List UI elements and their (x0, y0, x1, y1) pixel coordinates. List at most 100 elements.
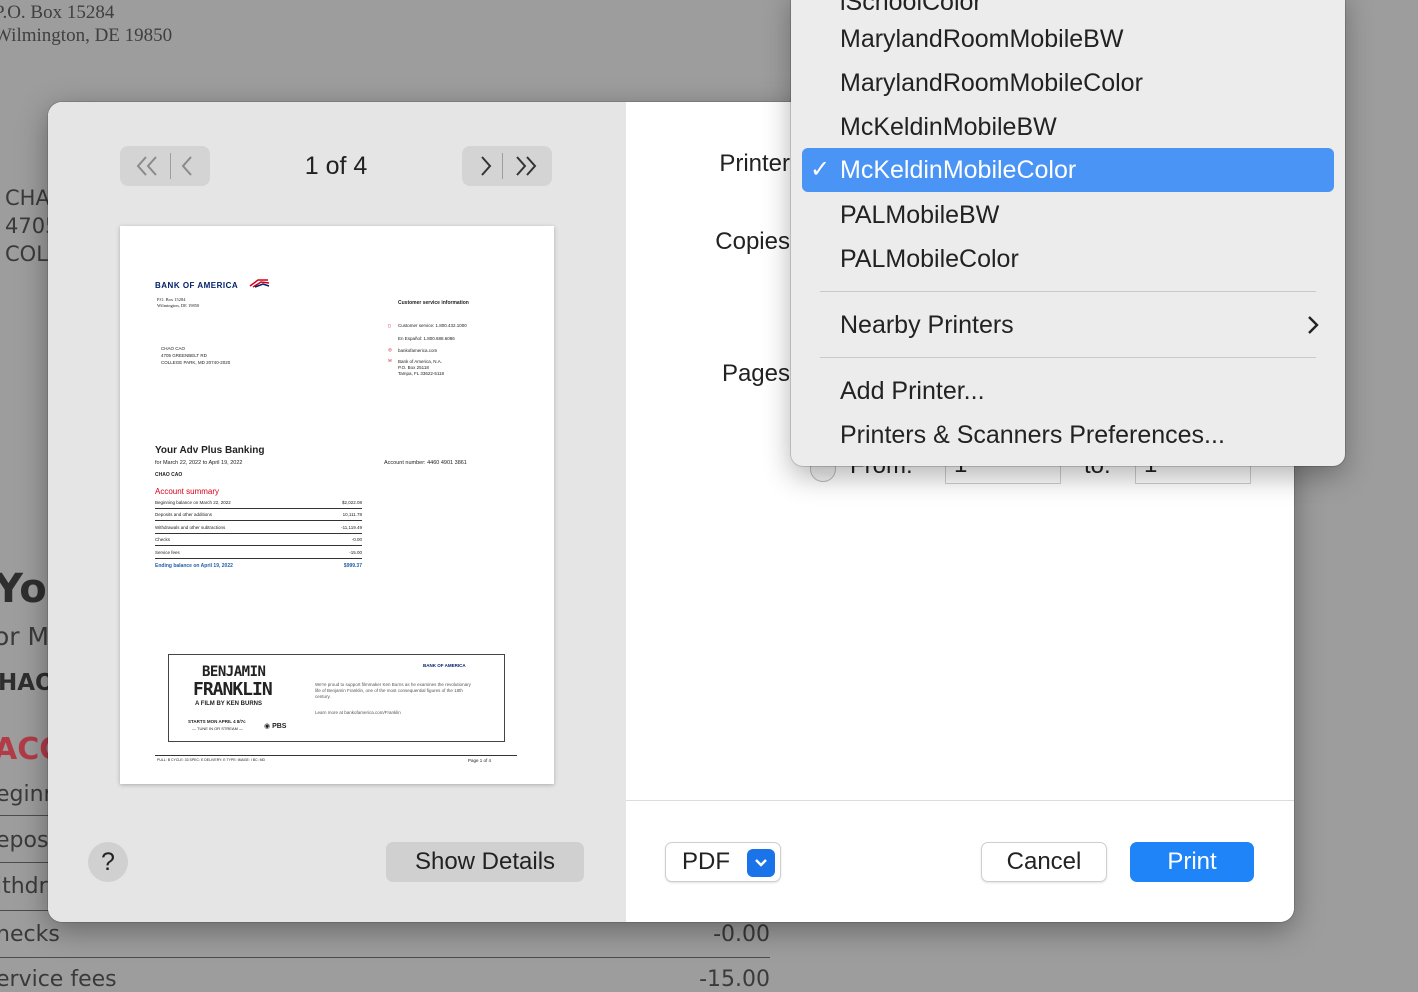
chevron-right-icon (1308, 316, 1319, 334)
show-details-button[interactable]: Show Details (386, 842, 584, 882)
preview-summary-label: Deposits and other additions (155, 512, 213, 518)
printer-menu-item[interactable]: MarylandRoomMobileColor (802, 61, 1334, 105)
preview-summary-rule (155, 520, 362, 522)
ad-pbs-logo: ◉ PBS (264, 723, 287, 730)
pages-label: Pages (721, 360, 790, 387)
preview-summary-label: Service fees (155, 549, 180, 555)
last-page-icon[interactable] (509, 154, 539, 178)
print-button[interactable]: Print (1130, 842, 1254, 882)
preview-service-line: Tampa, FL 33622-5118 (398, 371, 445, 376)
preview-account-title: Your Adv Plus Banking (155, 445, 265, 456)
preview-period: for March 22, 2022 to April 19, 2022 (155, 460, 243, 466)
preview-customer-city: COLLEGE PARK, MD 20740-2020 (161, 360, 231, 365)
preview-account-number: Account number: 4460 4901 3861 (384, 460, 467, 466)
printer-menu-item[interactable]: MarylandRoomMobileBW (802, 17, 1334, 61)
preview-owner: CHAO CAO (155, 472, 183, 478)
bg-row-value: -0.00 (713, 922, 770, 947)
preview-summary-value: $2,022.08 (341, 500, 362, 505)
preview-ending-value: $999.37 (343, 563, 362, 569)
pdf-menu-button[interactable]: PDF (665, 842, 781, 882)
bg-row-label: hecks (0, 922, 60, 947)
bg-row-label: ervice fees (0, 967, 117, 992)
nearby-printers-item[interactable]: Nearby Printers (802, 303, 1334, 347)
preview-summary-value: 10,111.78 (342, 512, 362, 518)
ad-bank-logo: BANK OF AMERICA (423, 663, 466, 668)
footer-divider (626, 800, 1294, 801)
next-last-page-buttons[interactable] (462, 146, 552, 186)
printer-menu-item[interactable]: PALMobileBW (802, 193, 1334, 237)
ad-text: We're proud to support filmmaker Ken Bur… (315, 682, 471, 699)
preview-footer-left: PULL: B CYCLE: 33 SPEC: E DELIVERY: E TY… (157, 758, 266, 762)
preview-summary-value: -0.00 (351, 537, 362, 543)
printer-dropdown-menu: iSchoolColor MarylandRoomMobileBW Maryla… (791, 0, 1345, 466)
preview-customer-name: CHAO CAO (161, 346, 186, 351)
preview-pane: 1 of 4 BANK OF AMERICA P.O. Box 15284 Wi… (48, 102, 626, 922)
help-button[interactable]: ? (88, 842, 128, 882)
ad-subtitle: A FILM BY KEN BURNS (195, 701, 263, 707)
chevron-down-icon[interactable] (747, 849, 775, 877)
printer-menu-item[interactable]: McKeldinMobileBW (802, 105, 1334, 149)
preview-summary-value: -15.00 (349, 549, 362, 555)
preview-summary-value: -11,119.49 (341, 524, 362, 530)
bg-row-divider (0, 957, 770, 958)
bg-row-label: eposi (0, 828, 55, 853)
preview-service-line: Bank of America, N.A. (398, 359, 443, 364)
preview-footer-right: Page 1 of 4 (468, 758, 492, 763)
checkmark-icon: ✓ (810, 156, 831, 183)
printer-menu-item[interactable]: PALMobileColor (802, 237, 1334, 281)
bg-customer-city: COL (5, 242, 48, 266)
add-printer-item[interactable]: Add Printer... (802, 369, 1334, 413)
nearby-printers-label: Nearby Printers (840, 311, 1014, 339)
mail-icon: ✉ (388, 358, 392, 363)
bg-subheading: or M (0, 622, 50, 651)
bg-customer-name: CHA (5, 186, 50, 210)
bank-logo-text: BANK OF AMERICA (155, 281, 239, 290)
preview-summary-rule (155, 557, 362, 559)
preview-summary-title: Account summary (155, 487, 220, 496)
preview-customer-street: 4705 GREENBELT RD (161, 353, 207, 358)
bg-return-address-line1: P.O. Box 15284 (0, 2, 115, 23)
first-previous-page-buttons[interactable] (120, 146, 210, 186)
bg-name: HAO (0, 670, 55, 696)
preview-service-line: bankofamerica.com (398, 348, 438, 353)
printer-menu-item-label: McKeldinMobileColor (840, 156, 1077, 184)
first-page-icon[interactable] (134, 154, 164, 178)
cancel-button[interactable]: Cancel (981, 842, 1107, 882)
preview-summary-label: Withdrawals and other subtractions (155, 524, 226, 530)
ad-tune: — TUNE IN OR STREAM — (192, 726, 244, 731)
page-counter: 1 of 4 (304, 152, 368, 180)
preview-summary-rule (155, 508, 362, 509)
bg-row-value: -15.00 (699, 967, 770, 992)
menu-separator (820, 291, 1316, 292)
preview-address-line1: P.O. Box 15284 (157, 297, 186, 302)
nav-separator (169, 153, 171, 179)
printer-label: Printer (719, 150, 790, 177)
ad-title-line2: FRANKLIN (193, 679, 273, 700)
printers-scanners-preferences-item[interactable]: Printers & Scanners Preferences... (802, 413, 1334, 457)
nav-separator (501, 153, 503, 179)
preview-summary-label: Beginning balance on March 22, 2022 (155, 500, 231, 505)
ad-link: Learn more at bankofamerica.com/Franklin (315, 710, 401, 715)
pdf-label: PDF (682, 848, 730, 875)
preview-footer-rule (155, 755, 517, 756)
bg-return-address-line2: Wilmington, DE 19850 (0, 25, 173, 46)
next-page-icon[interactable] (476, 154, 496, 178)
copies-label: Copies (715, 228, 790, 255)
web-icon: ◎ (388, 347, 392, 352)
preview-summary-rule (155, 545, 362, 546)
bg-row-label: ithdr (0, 874, 48, 899)
preview-service-line: Customer service: 1.800.432.1000 (398, 323, 467, 328)
bank-flag-icon (249, 279, 270, 288)
preview-service-line: P.O. Box 25118 (398, 365, 429, 370)
preview-summary-label: Checks (155, 537, 171, 543)
preview-ending-label: Ending balance on April 19, 2022 (155, 563, 233, 569)
previous-page-icon[interactable] (177, 154, 197, 178)
ad-pbs-text: PBS (272, 723, 287, 730)
printer-menu-item-selected[interactable]: ✓ McKeldinMobileColor (802, 148, 1334, 192)
preview-summary-rule (155, 532, 362, 534)
phone-icon: ▯ (388, 323, 391, 328)
preview-service-title: Customer service information (398, 300, 469, 306)
page-preview: BANK OF AMERICA P.O. Box 15284 Wilmingto… (120, 226, 554, 784)
ad-starts: STARTS MON APRIL 4 8/7c (188, 719, 246, 724)
preview-service-line: En Español: 1.800.688.6086 (398, 336, 455, 341)
